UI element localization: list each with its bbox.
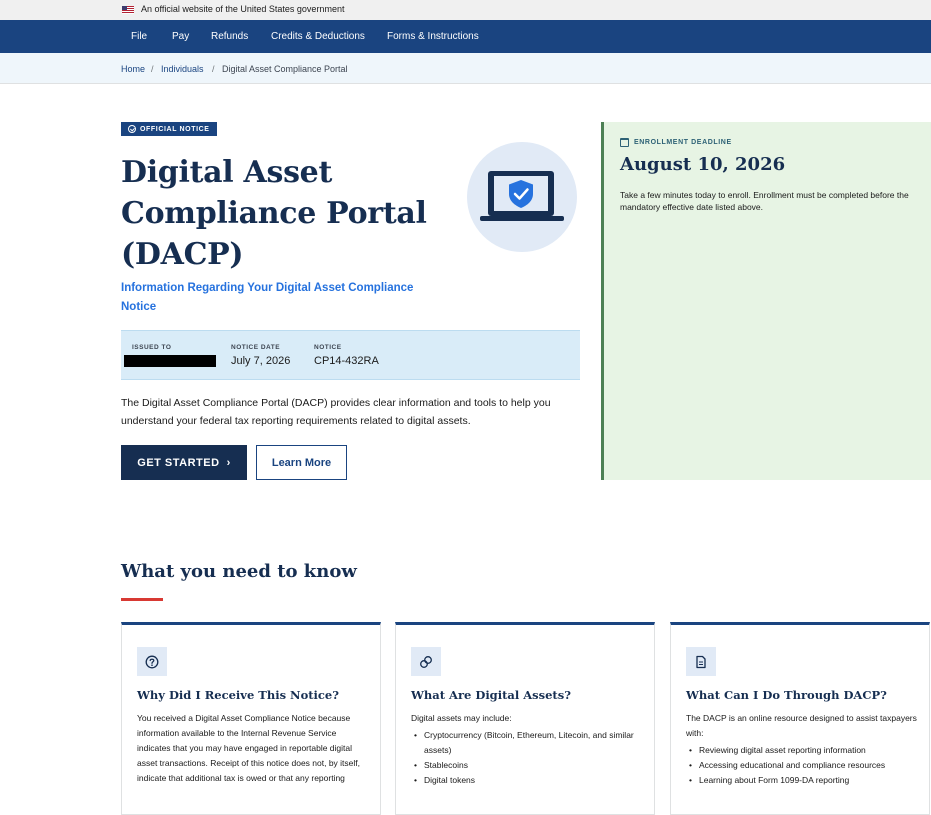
list-item: Cryptocurrency (Bitcoin, Ethereum, Litec…: [411, 728, 643, 758]
badge-label: OFFICIAL NOTICE: [140, 125, 210, 133]
card-body: Digital assets may include: Cryptocurren…: [411, 711, 643, 788]
gov-banner-text: An official website of the United States…: [141, 4, 345, 14]
notice-date-value: July 7, 2026: [231, 355, 291, 367]
issued-to-redacted: [124, 355, 216, 367]
card-body: The DACP is an online resource designed …: [686, 711, 918, 788]
card-text: The DACP is an online resource designed …: [686, 713, 917, 738]
shield-check-icon: [128, 125, 136, 133]
notice-number-value: CP14-432RA: [314, 355, 379, 367]
list-item: Digital tokens: [411, 773, 643, 788]
official-notice-badge: OFFICIAL NOTICE: [121, 122, 217, 136]
nav-item-pay[interactable]: Pay: [172, 31, 189, 42]
list-item: Stablecoins: [411, 758, 643, 773]
issued-to-label: ISSUED TO: [132, 344, 172, 351]
breadcrumb-separator: /: [151, 64, 154, 74]
intro-text: The Digital Asset Compliance Portal (DAC…: [121, 397, 551, 427]
learn-more-button[interactable]: Learn More: [256, 445, 347, 480]
nav-item-refunds[interactable]: Refunds: [211, 31, 248, 42]
section-divider: [121, 598, 163, 601]
card-digital-assets: What Are Digital Assets? Digital assets …: [395, 622, 655, 815]
page-subtitle: Information Regarding Your Digital Asset…: [121, 282, 414, 313]
get-started-label: GET STARTED: [137, 456, 220, 469]
deadline-label: ENROLLMENT DEADLINE: [634, 139, 732, 146]
us-flag-icon: [122, 6, 134, 14]
breadcrumb-home[interactable]: Home: [121, 64, 145, 74]
list-item: Accessing educational and compliance res…: [686, 758, 918, 773]
breadcrumb-current: Digital Asset Compliance Portal: [222, 64, 348, 74]
chevron-right-icon: ›: [226, 456, 231, 469]
laptop-shield-icon: [467, 142, 577, 252]
card-body: You received a Digital Asset Compliance …: [137, 711, 369, 786]
document-icon: [686, 647, 716, 676]
notice-date-label: NOTICE DATE: [231, 344, 281, 351]
card-dacp-actions: What Can I Do Through DACP? The DACP is …: [670, 622, 930, 815]
card-text: Digital assets may include:: [411, 713, 512, 723]
list-item: Learning about Form 1099-DA reporting: [686, 773, 918, 788]
page-title: Digital Asset Compliance Portal (DACP): [121, 155, 427, 272]
notice-number-label: NOTICE: [314, 344, 342, 351]
deadline-date: August 10, 2026: [620, 154, 786, 175]
card-bullet-list: Reviewing digital asset reporting inform…: [686, 743, 918, 788]
card-bullet-list: Cryptocurrency (Bitcoin, Ethereum, Litec…: [411, 728, 643, 788]
question-icon: [137, 647, 167, 676]
notice-info-panel: ISSUED TO NOTICE DATE July 7, 2026 NOTIC…: [121, 330, 580, 380]
card-title: What Can I Do Through DACP?: [686, 688, 887, 702]
link-icon: [411, 647, 441, 676]
nav-item-credits-deductions[interactable]: Credits & Deductions: [271, 31, 365, 42]
nav-item-file[interactable]: File: [131, 31, 147, 42]
get-started-button[interactable]: GET STARTED ›: [121, 445, 247, 480]
breadcrumb-individuals[interactable]: Individuals: [161, 64, 204, 74]
list-item: Reviewing digital asset reporting inform…: [686, 743, 918, 758]
section-title: What you need to know: [121, 561, 357, 582]
card-title: Why Did I Receive This Notice?: [137, 688, 339, 702]
deadline-label-row: ENROLLMENT DEADLINE: [620, 138, 732, 147]
nav-item-forms-instructions[interactable]: Forms & Instructions: [387, 31, 479, 42]
enrollment-deadline-panel: ENROLLMENT DEADLINE August 10, 2026 Take…: [601, 122, 931, 480]
breadcrumb-separator: /: [212, 64, 215, 74]
main-nav: File Pay Refunds Credits & Deductions Fo…: [0, 20, 931, 53]
calendar-icon: [620, 138, 629, 147]
card-why-notice: Why Did I Receive This Notice? You recei…: [121, 622, 381, 815]
deadline-text: Take a few minutes today to enroll. Enro…: [620, 190, 909, 212]
card-title: What Are Digital Assets?: [411, 688, 571, 702]
card-text: You received a Digital Asset Compliance …: [137, 713, 361, 783]
breadcrumb: Home / Individuals / Digital Asset Compl…: [0, 53, 931, 84]
gov-banner: An official website of the United States…: [0, 0, 931, 20]
